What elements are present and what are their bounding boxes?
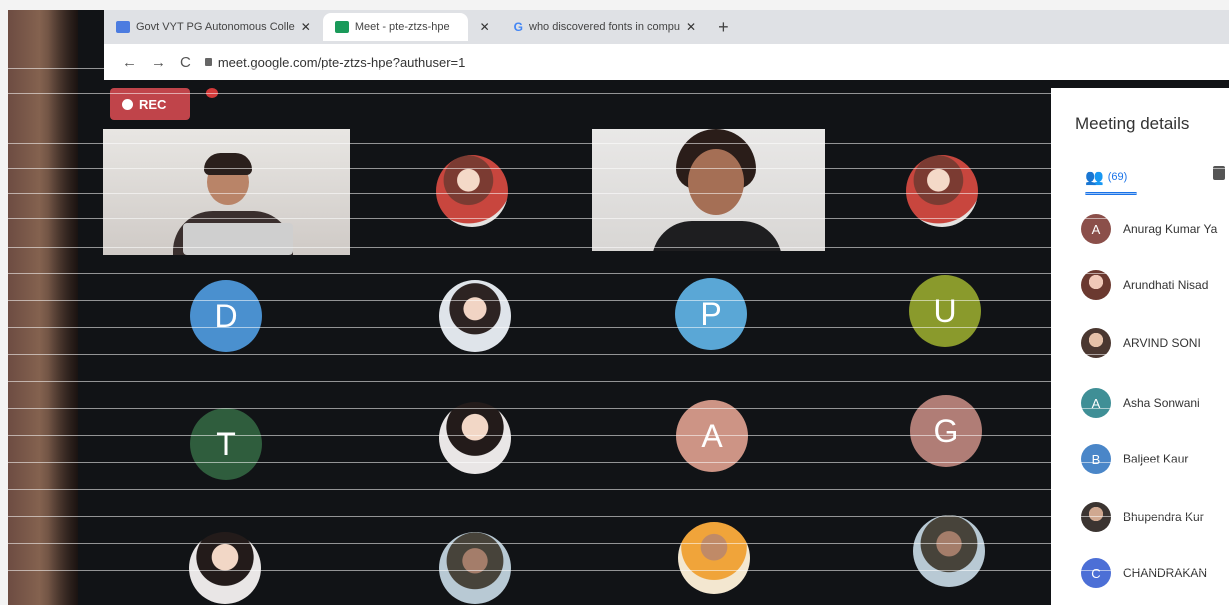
participant-avatar-u[interactable]: U: [909, 275, 981, 347]
participant-avatar[interactable]: [913, 515, 985, 587]
participant-initial: A: [1081, 388, 1111, 418]
participant-row[interactable]: C CHANDRAKAN: [1081, 558, 1207, 588]
record-dot-icon: [122, 98, 133, 110]
reload-icon[interactable]: C: [180, 54, 191, 71]
scan-line: [8, 489, 1229, 490]
chat-icon[interactable]: [1213, 166, 1225, 180]
participant-initial: A: [1081, 214, 1111, 244]
participant-name: Asha Sonwani: [1123, 396, 1200, 410]
scan-line: [8, 381, 1229, 382]
participant-avatar[interactable]: [439, 402, 511, 474]
scan-line: [8, 300, 1229, 301]
participant-avatar-a[interactable]: A: [676, 400, 748, 472]
tab-title: Meet - pte-ztzs-hpe: [354, 21, 450, 33]
participant-video-2[interactable]: [592, 129, 825, 251]
participant-initial: B: [1081, 444, 1111, 474]
person-face: [688, 149, 744, 215]
scan-line: [8, 462, 1229, 463]
participant-avatar[interactable]: [439, 532, 511, 604]
rec-label: REC: [139, 96, 167, 112]
people-count: (69): [1107, 171, 1128, 183]
scan-line: [8, 543, 1229, 544]
record-icon: [206, 88, 218, 98]
participant-avatar-g[interactable]: G: [910, 395, 982, 467]
meet-icon: [334, 21, 349, 33]
tab-recording[interactable]: ✕: [206, 13, 502, 98]
url-text: meet.google.com/pte-ztzs-hpe?authuser=1: [217, 54, 466, 70]
participant-initial: C: [1081, 558, 1111, 588]
participant-avatar-t[interactable]: T: [190, 408, 262, 480]
participant-photo: [1081, 270, 1111, 300]
recording-badge: REC: [110, 88, 190, 120]
url-field[interactable]: meet.google.com/pte-ztzs-hpe?authuser=1: [204, 54, 466, 70]
scan-line: [8, 354, 1229, 355]
participant-name: Arundhati Nisad: [1123, 278, 1209, 292]
participant-avatar[interactable]: [906, 155, 978, 227]
forward-icon[interactable]: →: [151, 54, 166, 71]
participant-name: CHANDRAKAN: [1123, 566, 1208, 580]
google-icon: G: [513, 20, 523, 34]
people-icon: 👥: [1085, 169, 1104, 186]
address-bar: ← → C meet.google.com/pte-ztzs-hpe?authu…: [104, 44, 1229, 80]
tab-strip: Govt VYT PG Autonomous Colle ✕ Meet - pt…: [104, 10, 1229, 98]
participant-name: ARVIND SONI: [1123, 336, 1201, 350]
participant-row[interactable]: Arundhati Nisad: [1081, 270, 1208, 300]
scan-line: [8, 273, 1229, 274]
participant-row[interactable]: ARVIND SONI: [1081, 328, 1201, 358]
tablet: [183, 223, 293, 255]
participant-avatar-p[interactable]: P: [675, 278, 747, 350]
person-body: [652, 221, 782, 251]
browser-chrome: Govt VYT PG Autonomous Colle ✕ Meet - pt…: [104, 10, 1229, 98]
left-edge-blur: [8, 10, 78, 605]
panel-title: Meeting details: [1075, 114, 1190, 133]
participant-name: Bhupendra Kur: [1123, 510, 1204, 524]
close-tab-icon[interactable]: ✕: [301, 20, 311, 34]
screen-photo: Govt VYT PG Autonomous Colle ✕ Meet - pt…: [8, 10, 1229, 605]
tab-indicator: [1085, 192, 1137, 195]
close-tab-icon[interactable]: ✕: [480, 20, 490, 34]
lock-icon: [204, 58, 212, 66]
tab-people[interactable]: 👥 (69): [1085, 168, 1127, 186]
scan-line: [8, 93, 1229, 94]
participant-avatar[interactable]: [189, 532, 261, 604]
back-icon[interactable]: ←: [122, 54, 137, 71]
participant-photo: [1081, 502, 1111, 532]
participant-photo: [1081, 328, 1111, 358]
tab-search[interactable]: G who discovered fonts in compu ✕: [502, 13, 708, 41]
participant-avatar[interactable]: [678, 522, 750, 594]
participant-row[interactable]: B Baljeet Kaur: [1081, 444, 1188, 474]
tab-title: Govt VYT PG Autonomous Colle: [136, 21, 295, 33]
participant-row[interactable]: A Anurag Kumar Ya: [1081, 214, 1217, 244]
person-hair: [204, 153, 252, 175]
close-tab-icon[interactable]: ✕: [686, 20, 696, 34]
scan-line: [8, 408, 1229, 409]
participant-avatar-d[interactable]: D: [190, 280, 262, 352]
participant-name: Anurag Kumar Ya: [1123, 222, 1218, 236]
tab-meet[interactable]: Meet - pte-ztzs-hpe: [322, 13, 468, 41]
participant-avatar[interactable]: [436, 155, 508, 227]
participant-row[interactable]: Bhupendra Kur: [1081, 502, 1204, 532]
tab-college[interactable]: Govt VYT PG Autonomous Colle ✕: [104, 13, 323, 41]
tab-title: who discovered fonts in compu: [529, 21, 681, 33]
participant-name: Baljeet Kaur: [1123, 452, 1189, 466]
participant-video-1[interactable]: [103, 129, 350, 255]
meeting-details-panel: Meeting details 👥 (69) A Anurag Kumar Ya…: [1051, 88, 1229, 605]
participant-row[interactable]: A Asha Sonwani: [1081, 388, 1200, 418]
participant-avatar[interactable]: [439, 280, 511, 352]
scan-line: [8, 516, 1229, 517]
new-tab-button[interactable]: +: [708, 17, 739, 38]
page-icon: [116, 21, 130, 33]
